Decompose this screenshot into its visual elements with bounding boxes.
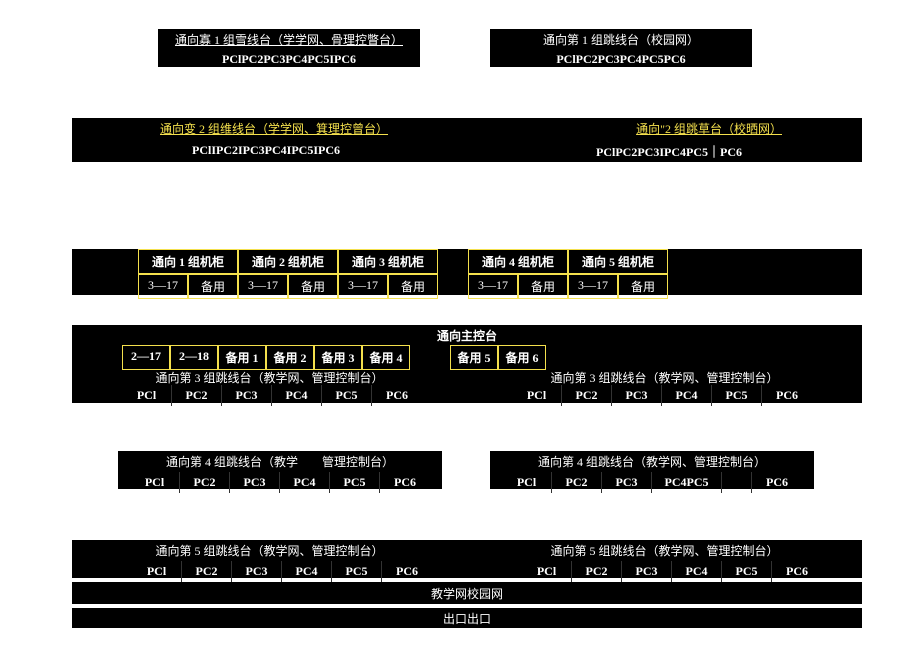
r4r-0: PCl	[502, 472, 552, 493]
r3l-1: PC2	[172, 385, 222, 406]
r5l-3: PC4	[282, 561, 332, 582]
r4r-2: PC3	[602, 472, 652, 493]
row5-left-title: 通向第 5 组跳线台（教学网、管理控制台）	[72, 540, 467, 561]
r4r-5: PC6	[752, 472, 802, 493]
c-8: 3—17	[568, 274, 618, 299]
r5l-0: PCl	[132, 561, 182, 582]
title-right: 通向"2 组跳草台（校晒网）	[636, 120, 782, 137]
r3r-2: PC3	[612, 385, 662, 406]
r4l-1: PC2	[180, 472, 230, 493]
r5l-1: PC2	[182, 561, 232, 582]
mc-5: 备用 4	[362, 345, 410, 370]
c-2: 3—17	[238, 274, 288, 299]
title: 通向第 4 组跳线台（教学 管理控制台）	[118, 451, 442, 472]
gap	[410, 345, 450, 370]
block-top-left: 通向寡 1 组雪线台（学学网、骨理控瞥台） PClPC2PC3PC4PC5IPC…	[158, 29, 420, 67]
title-left: 通向变 2 组维线台（学学网、箕理控曾台）	[160, 120, 388, 137]
c-3: 备用	[288, 274, 338, 299]
row4-left: 通向第 4 组跳线台（教学 管理控制台） PCl PC2 PC3 PC4 PC5…	[118, 451, 442, 489]
r4l-5: PC6	[380, 472, 430, 493]
row5-block: 通向第 5 组跳线台（教学网、管理控制台） 通向第 5 组跳线台（教学网、管理控…	[72, 540, 862, 578]
r3l-4: PC5	[322, 385, 372, 406]
cab-3: 通向 3 组机柜	[338, 249, 438, 274]
mc-1: 2—18	[170, 345, 218, 370]
main-console-block: 通向主控台 2—17 2—18 备用 1 备用 2 备用 3 备用 4 备用 5…	[72, 325, 862, 403]
mc-4: 备用 3	[314, 345, 362, 370]
title: 通向第 1 组跳线台（校园网）	[490, 29, 752, 48]
block-top-right: 通向第 1 组跳线台（校园网） PClPC2PC3PC4PC5PC6	[490, 29, 752, 67]
row5-right-title: 通向第 5 组跳线台（教学网、管理控制台）	[467, 540, 862, 561]
cabinets-block: 通向 1 组机柜 通向 2 组机柜 通向 3 组机柜 3—17 备用 3—17 …	[72, 249, 862, 295]
c-0: 3—17	[138, 274, 188, 299]
r4r-3: PC4PC5	[652, 472, 722, 493]
r5l-2: PC3	[232, 561, 282, 582]
r5l-4: PC5	[332, 561, 382, 582]
pcs-left: PClIPC2IPC3PC4IPC5IPC6	[192, 143, 340, 160]
pcs: PClPC2PC3PC4PC5PC6	[490, 52, 752, 67]
r4l-4: PC5	[330, 472, 380, 493]
r3r-5: PC6	[762, 385, 812, 406]
r4r-1: PC2	[552, 472, 602, 493]
r3r-4: PC5	[712, 385, 762, 406]
cab-1: 通向 1 组机柜	[138, 249, 238, 274]
cab-4: 通向 4 组机柜	[468, 249, 568, 274]
r3r-0: PCl	[512, 385, 562, 406]
r4r-4	[722, 472, 752, 493]
r3r-3: PC4	[662, 385, 712, 406]
r3l-3: PC4	[272, 385, 322, 406]
diagram-page: 通向寡 1 组雪线台（学学网、骨理控瞥台） PClPC2PC3PC4PC5IPC…	[0, 0, 920, 651]
r5r-1: PC2	[572, 561, 622, 582]
row4-right: 通向第 4 组跳线台（教学网、管理控制台） PCl PC2 PC3 PC4PC5…	[490, 451, 814, 489]
mc-0: 2—17	[122, 345, 170, 370]
r4l-0: PCl	[130, 472, 180, 493]
main-console-row: 2—17 2—18 备用 1 备用 2 备用 3 备用 4 备用 5 备用 6	[122, 345, 546, 370]
title: 通向寡 1 组雪线台（学学网、骨理控瞥台）	[158, 29, 420, 48]
r3r-1: PC2	[562, 385, 612, 406]
row3-right-title: 通向第 3 组跳线台（教学网、管理控制台）	[467, 369, 862, 386]
r5r-2: PC3	[622, 561, 672, 582]
c-6: 3—17	[468, 274, 518, 299]
r3l-5: PC6	[372, 385, 422, 406]
c-4: 3—17	[338, 274, 388, 299]
block-row2-pcs: PClIPC2IPC3PC4IPC5IPC6 PClPC2PC3IPC4PC5｜…	[72, 140, 862, 162]
c-7: 备用	[518, 274, 568, 299]
c-9: 备用	[618, 274, 668, 299]
r5r-4: PC5	[722, 561, 772, 582]
r4l-3: PC4	[280, 472, 330, 493]
cabs-right: 通向 4 组机柜 通向 5 组机柜 3—17 备用 3—17 备用	[468, 249, 668, 299]
main-console-title: 通向主控台	[72, 325, 862, 346]
footer1: 教学网校园网	[72, 582, 862, 604]
r3l-2: PC3	[222, 385, 272, 406]
pcs: PClPC2PC3PC4PC5IPC6	[158, 52, 420, 67]
row3-left-title: 通向第 3 组跳线台（教学网、管理控制台）	[72, 369, 467, 386]
c-5: 备用	[388, 274, 438, 299]
footer2: 出口出口	[72, 608, 862, 628]
cabs-left: 通向 1 组机柜 通向 2 组机柜 通向 3 组机柜 3—17 备用 3—17 …	[138, 249, 438, 299]
c-1: 备用	[188, 274, 238, 299]
row3-pcs: PCl PC2 PC3 PC4 PC5 PC6 PCl PC2 PC3 PC4 …	[72, 385, 862, 406]
r5r-5: PC6	[772, 561, 822, 582]
mc-2: 备用 1	[218, 345, 266, 370]
title: 通向第 4 组跳线台（教学网、管理控制台）	[490, 451, 814, 472]
r4l-2: PC3	[230, 472, 280, 493]
r3l-0: PCl	[122, 385, 172, 406]
r5l-5: PC6	[382, 561, 432, 582]
pcs-right: PClPC2PC3IPC4PC5｜PC6	[596, 143, 742, 160]
mc-6: 备用 5	[450, 345, 498, 370]
mc-7: 备用 6	[498, 345, 546, 370]
mc-3: 备用 2	[266, 345, 314, 370]
cab-5: 通向 5 组机柜	[568, 249, 668, 274]
r5r-3: PC4	[672, 561, 722, 582]
cab-2: 通向 2 组机柜	[238, 249, 338, 274]
r5r-0: PCl	[522, 561, 572, 582]
